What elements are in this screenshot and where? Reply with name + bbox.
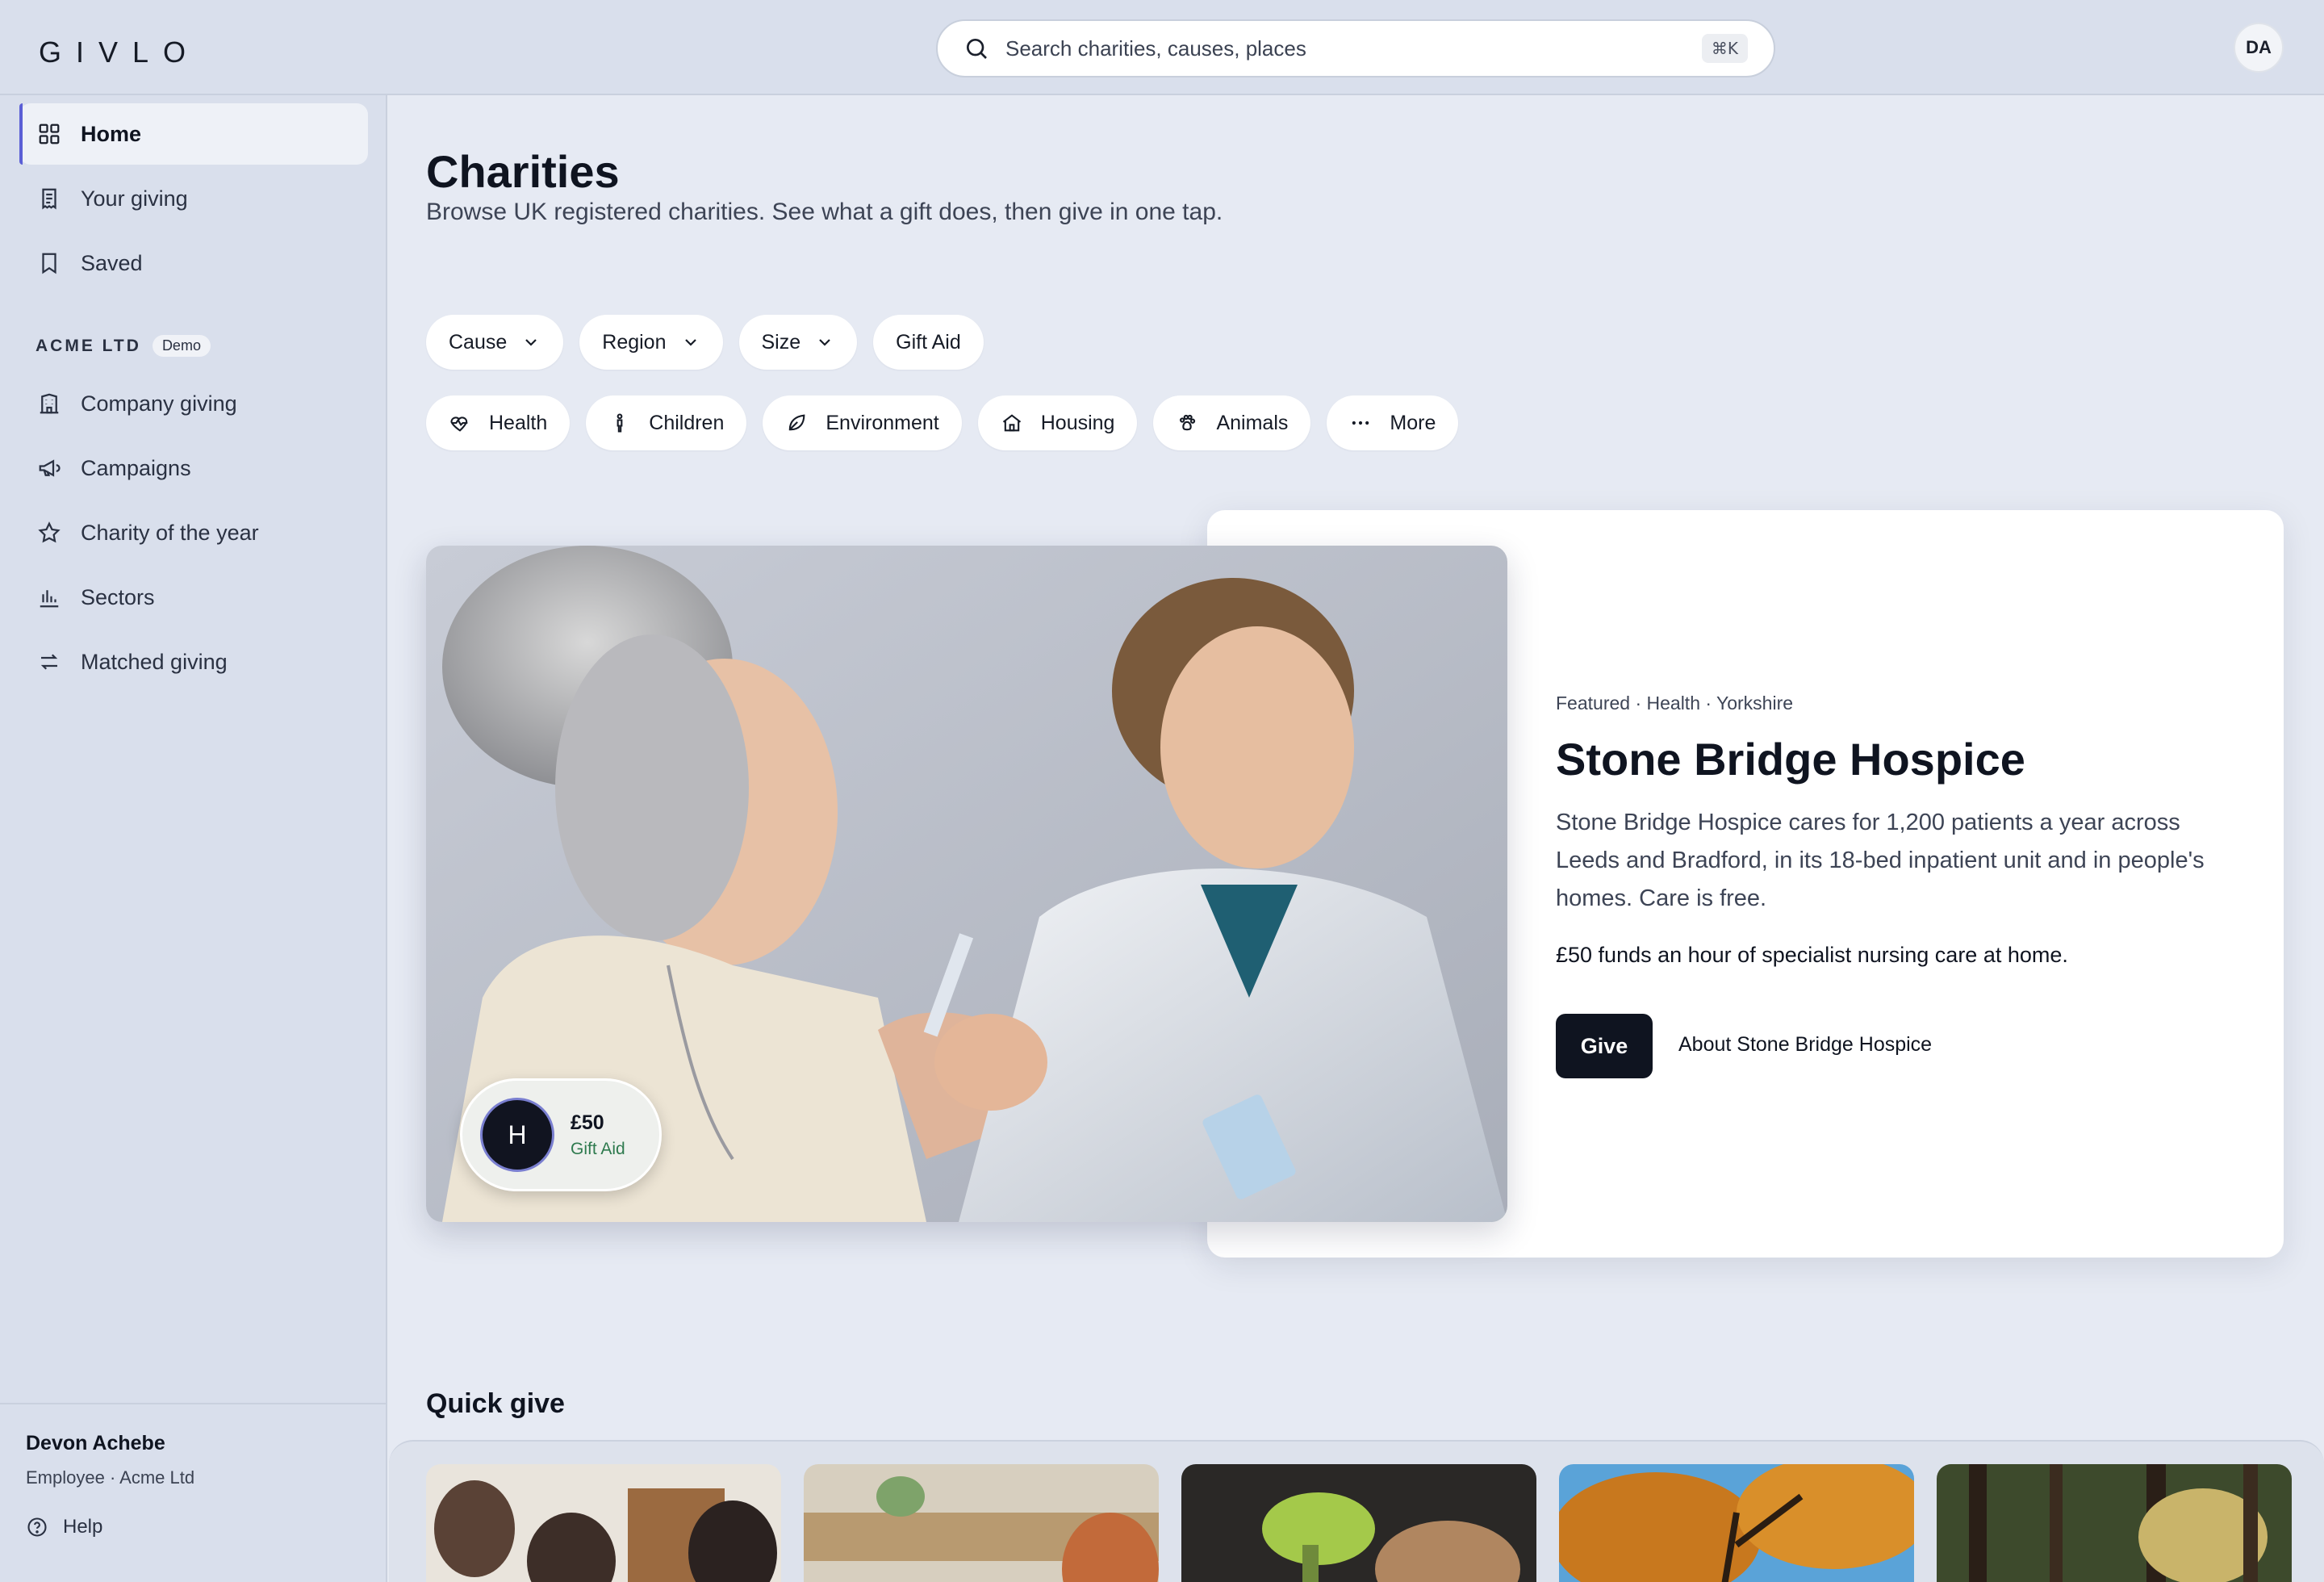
featured-meta: Featured · Health · Yorkshire <box>1556 693 1794 714</box>
sidebar-item-label: Charity of the year <box>81 520 259 545</box>
building-icon <box>40 393 59 414</box>
filter-row: Cause Region Size Gift Aid <box>426 315 984 370</box>
sidebar-item-company-giving[interactable]: Company giving <box>19 373 368 434</box>
quick-give-card[interactable] <box>804 1464 1159 1582</box>
sidebar-item-label: Matched giving <box>81 649 228 674</box>
company-section-label: ACME LTD Demo <box>36 335 211 357</box>
quick-give-card[interactable] <box>1559 1464 1914 1582</box>
sidebar-item-label: Campaigns <box>81 455 191 480</box>
quick-give-card[interactable] <box>426 1464 781 1582</box>
chevron-down-icon <box>819 339 830 346</box>
house-icon <box>1002 414 1021 432</box>
main-content: Charities Browse UK registered charities… <box>389 97 2324 1582</box>
grid-icon <box>39 123 60 144</box>
bookmark-icon <box>42 253 56 274</box>
filter-region-dropdown[interactable]: Region <box>579 315 723 370</box>
featured-impact: £50 funds an hour of specialist nursing … <box>1556 943 2068 967</box>
filter-label: Region <box>602 330 667 354</box>
search-shortcut-badge: ⌘K <box>1701 34 1748 63</box>
sidebar-item-label: Home <box>81 121 142 146</box>
gift-aid-label: Gift Aid <box>571 1139 625 1158</box>
user-role: Employee · Acme Ltd <box>26 1467 195 1488</box>
quick-give-photo <box>1559 1464 1914 1582</box>
cause-chip-more[interactable]: More <box>1327 396 1459 450</box>
sidebar-item-label: Sectors <box>81 584 155 609</box>
page-subtitle: Browse UK registered charities. See what… <box>426 199 1223 225</box>
child-icon <box>617 413 623 433</box>
leaf-icon <box>789 414 805 431</box>
cause-chip-housing[interactable]: Housing <box>977 396 1138 450</box>
quick-give-card[interactable] <box>1181 1464 1536 1582</box>
cause-label: More <box>1390 411 1436 434</box>
quick-give-card[interactable] <box>1937 1464 2292 1582</box>
filter-label: Gift Aid <box>896 330 961 354</box>
cause-chip-health[interactable]: Health <box>426 396 571 450</box>
about-charity-link[interactable]: About Stone Bridge Hospice <box>1678 1033 1932 1057</box>
arrows-swap-icon <box>40 654 58 670</box>
cause-label: Health <box>489 411 548 434</box>
sidebar-item-campaigns[interactable]: Campaigns <box>19 437 368 499</box>
cause-label: Environment <box>826 411 939 434</box>
company-name: ACME LTD <box>36 336 141 355</box>
give-button[interactable]: Give <box>1556 1014 1653 1078</box>
cause-label: Animals <box>1216 411 1289 434</box>
chevron-down-icon <box>684 339 696 346</box>
charity-initial-avatar: H <box>480 1098 554 1172</box>
page-title: Charities <box>426 146 620 197</box>
sidebar-item-label: Company giving <box>81 391 237 416</box>
search-icon <box>967 39 987 59</box>
quick-give-photo <box>426 1464 781 1582</box>
cause-chip-children[interactable]: Children <box>586 396 747 450</box>
donation-preview-pill[interactable]: H £50 Gift Aid <box>460 1078 662 1191</box>
receipt-icon <box>42 188 56 210</box>
filter-label: Size <box>761 330 801 354</box>
quick-give-title: Quick give <box>426 1388 565 1419</box>
filter-gift-aid-toggle[interactable]: Gift Aid <box>873 315 984 370</box>
sidebar-item-your-giving[interactable]: Your giving <box>19 168 368 229</box>
featured-description: Stone Bridge Hospice cares for 1,200 pat… <box>1556 810 2205 911</box>
sidebar-item-sectors[interactable]: Sectors <box>19 567 368 628</box>
quick-give-photo <box>1181 1464 1536 1582</box>
filter-cause-dropdown[interactable]: Cause <box>426 315 564 370</box>
quick-give-photo <box>1937 1464 2292 1582</box>
cause-chip-environment[interactable]: Environment <box>763 396 962 450</box>
bar-chart-icon <box>40 590 59 608</box>
quick-give-photo <box>804 1464 1159 1582</box>
cause-label: Children <box>649 411 725 434</box>
search-input[interactable] <box>1005 36 1702 61</box>
star-icon <box>38 521 61 543</box>
sidebar-item-label: Saved <box>81 250 143 275</box>
megaphone-icon <box>39 459 61 477</box>
search-bar[interactable]: ⌘K <box>936 19 1775 77</box>
sidebar-footer: Devon Achebe Employee · Acme Ltd Help <box>0 1403 387 1582</box>
sidebar-item-saved[interactable]: Saved <box>19 232 368 294</box>
more-dots-icon <box>1352 421 1369 425</box>
cause-chip-animals[interactable]: Animals <box>1153 396 1311 450</box>
help-link[interactable]: Help <box>26 1516 102 1538</box>
cause-label: Housing <box>1040 411 1115 434</box>
user-avatar[interactable]: DA <box>2234 23 2284 73</box>
sidebar-item-home[interactable]: Home <box>19 103 368 165</box>
cause-chip-row: Health Children Environment Housing Anim… <box>426 396 1459 450</box>
filter-size-dropdown[interactable]: Size <box>738 315 858 370</box>
sidebar-item-charity-of-the-year[interactable]: Charity of the year <box>19 502 368 563</box>
app-logo[interactable]: GIVLO <box>39 36 200 69</box>
help-label: Help <box>63 1516 103 1538</box>
help-circle-icon <box>27 1517 47 1537</box>
user-name: Devon Achebe <box>26 1432 165 1454</box>
chevron-down-icon <box>525 339 537 346</box>
heart-pulse-icon <box>450 416 468 432</box>
sidebar: Home Your giving Saved ACME LTD Demo Com… <box>0 95 387 1582</box>
filter-label: Cause <box>449 330 508 354</box>
demo-badge: Demo <box>152 335 211 357</box>
featured-title: Stone Bridge Hospice <box>1556 734 2025 785</box>
donation-amount: £50 <box>571 1111 604 1134</box>
sidebar-item-matched-giving[interactable]: Matched giving <box>19 631 368 693</box>
paw-icon <box>1180 414 1196 431</box>
top-bar: GIVLO ⌘K DA <box>0 0 2324 95</box>
sidebar-item-label: Your giving <box>81 186 188 211</box>
